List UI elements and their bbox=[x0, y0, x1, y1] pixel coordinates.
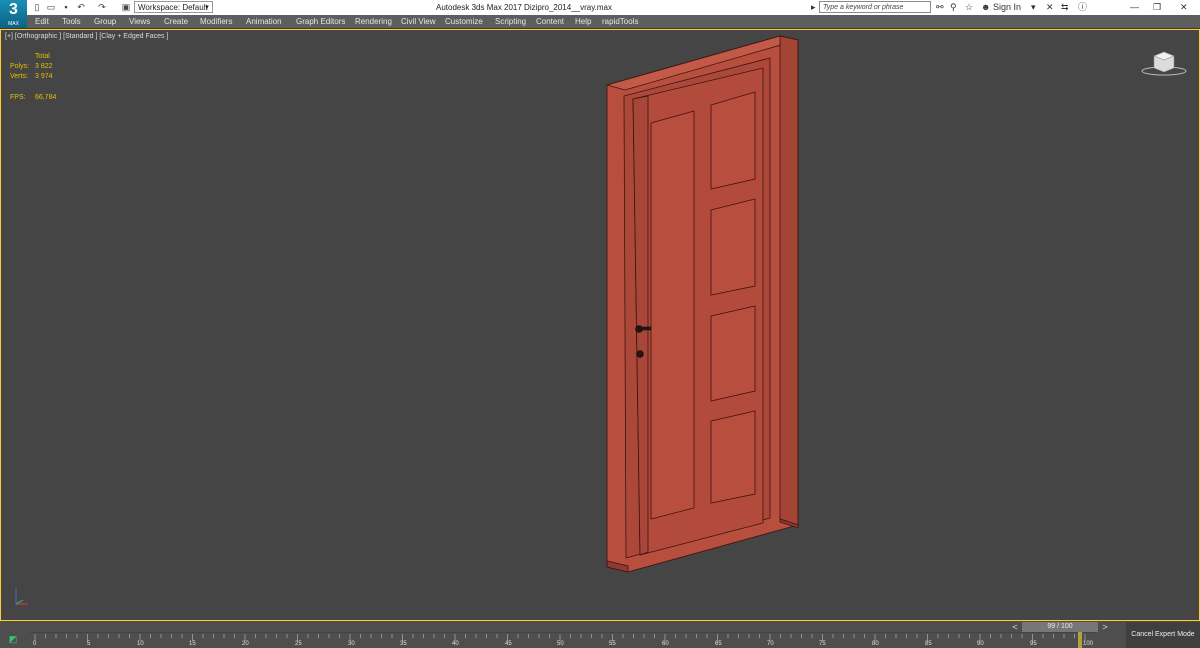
cancel-expert-mode-button[interactable]: Cancel Expert Mode bbox=[1126, 622, 1200, 648]
tick-label: 10 bbox=[137, 641, 144, 647]
door-model[interactable] bbox=[0, 0, 1200, 621]
tick-label: 20 bbox=[242, 641, 249, 647]
tick-label: 55 bbox=[609, 641, 616, 647]
tick-label: 50 bbox=[557, 641, 564, 647]
tick-label: 90 bbox=[977, 641, 984, 647]
tick-label: 5 bbox=[87, 641, 91, 647]
door-handle-lever bbox=[638, 326, 652, 331]
axis-tripod-icon bbox=[15, 588, 28, 605]
tick-label: 35 bbox=[400, 641, 407, 647]
door-frame-right-side bbox=[779, 35, 799, 526]
door-panel-left bbox=[650, 110, 695, 520]
tick-label: 70 bbox=[767, 641, 774, 647]
door-panel-right-3 bbox=[710, 305, 756, 402]
time-cursor bbox=[1078, 632, 1082, 648]
tick-label: 85 bbox=[925, 641, 932, 647]
tick-label: 100 bbox=[1083, 641, 1094, 647]
logo-text: 3 bbox=[9, 1, 18, 18]
tick-label: 25 bbox=[295, 641, 302, 647]
next-frame-icon[interactable]: > bbox=[1100, 622, 1110, 632]
door-keyhole-icon bbox=[636, 350, 644, 358]
door-panel-right-2 bbox=[710, 198, 756, 296]
tick-label: 80 bbox=[872, 641, 879, 647]
time-slider[interactable]: 99 / 100 bbox=[1022, 622, 1098, 632]
logo-sub: MAX bbox=[8, 21, 19, 27]
door-panel-right-1 bbox=[710, 91, 756, 190]
tick-label: 75 bbox=[819, 641, 826, 647]
tick-label: 0 bbox=[33, 641, 37, 647]
tick-label: 45 bbox=[505, 641, 512, 647]
tick-label: 40 bbox=[452, 641, 459, 647]
door-panel-right-4 bbox=[710, 410, 756, 504]
tick-label: 30 bbox=[348, 641, 355, 647]
viewcube-icon bbox=[1141, 51, 1187, 76]
tick-label: 95 bbox=[1030, 641, 1037, 647]
prev-frame-icon[interactable]: < bbox=[1010, 622, 1020, 632]
tick-label: 15 bbox=[189, 641, 196, 647]
tick-label: 60 bbox=[662, 641, 669, 647]
tick-label: 65 bbox=[715, 641, 722, 647]
app-logo[interactable]: 3 MAX bbox=[0, 0, 27, 28]
